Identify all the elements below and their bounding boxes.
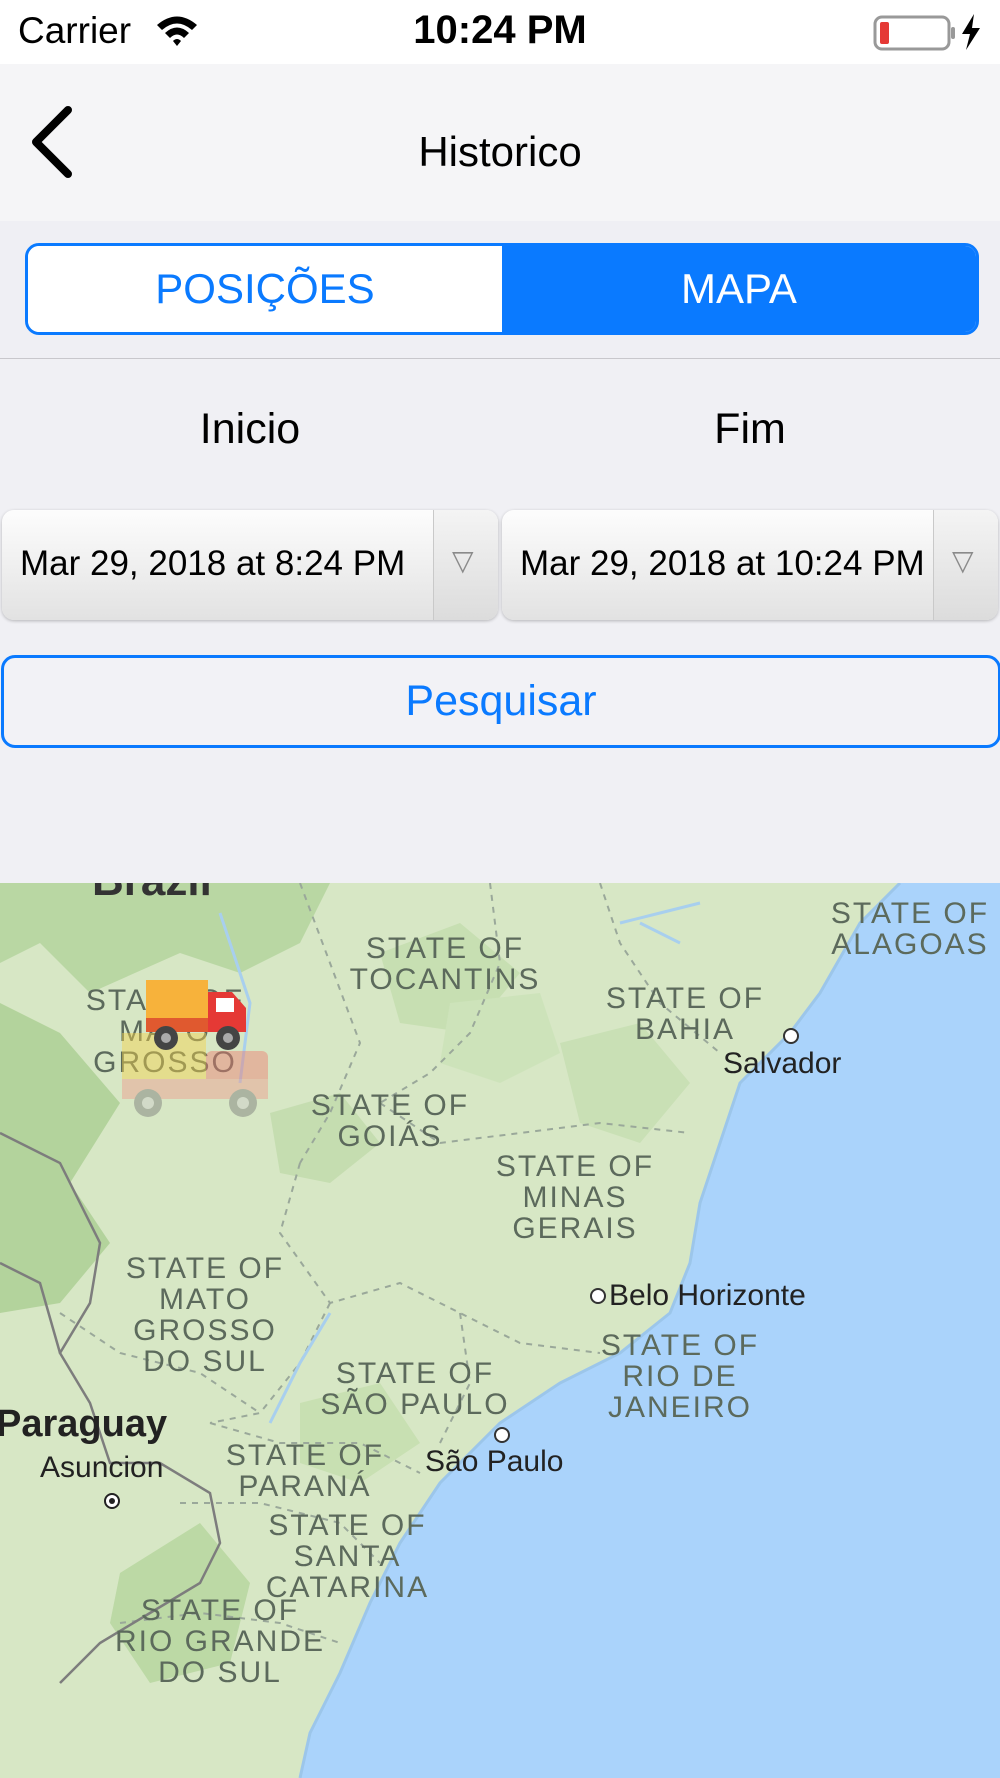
truck-marker[interactable] bbox=[142, 978, 252, 1058]
navigation-bar: Historico bbox=[0, 64, 1000, 221]
segmented-control: POSIÇÕES MAPA bbox=[25, 243, 979, 335]
page-title: Historico bbox=[418, 128, 582, 175]
city-label-sao-paulo: São Paulo bbox=[425, 1445, 564, 1478]
tab-positions[interactable]: POSIÇÕES bbox=[28, 246, 502, 332]
region-label-goias: STATE OF GOIÁS bbox=[310, 1089, 470, 1153]
search-button[interactable]: Pesquisar bbox=[1, 655, 1000, 748]
region-label-tocantins: STATE OF TOCANTINS bbox=[349, 932, 541, 996]
city-label-salvador: Salvador bbox=[723, 1047, 842, 1080]
segment-area: POSIÇÕES MAPA bbox=[0, 221, 1000, 359]
country-label-paraguay: Paraguay bbox=[0, 1403, 168, 1445]
status-bar: Carrier 10:24 PM bbox=[0, 0, 1000, 64]
clock: 10:24 PM bbox=[413, 8, 587, 52]
end-date-picker[interactable]: Mar 29, 2018 at 10:24 PM ▽ bbox=[502, 510, 998, 620]
city-marker-sao-paulo bbox=[494, 1427, 510, 1443]
chevron-down-icon: ▽ bbox=[952, 545, 974, 576]
region-label-santa-catarina: STATE OF SANTA CATARINA bbox=[265, 1509, 430, 1604]
region-label-rio-grande-do-sul: STATE OF RIO GRANDE DO SUL bbox=[114, 1594, 326, 1689]
start-label: Inicio bbox=[199, 405, 301, 453]
region-label-mato-grosso-do-sul: STATE OF MATO GROSSO DO SUL bbox=[125, 1252, 285, 1378]
region-label-sao-paulo: STATE OF SÃO PAULO bbox=[320, 1357, 510, 1421]
region-label-parana: STATE OF PARANÁ bbox=[225, 1439, 385, 1503]
charging-icon bbox=[960, 14, 982, 55]
city-marker-asuncion bbox=[104, 1493, 120, 1509]
end-label: Fim bbox=[714, 405, 786, 453]
battery-icon bbox=[873, 14, 957, 59]
map-view[interactable]: Brazil STATE OF TOCANTINS STATE OF ALAGO… bbox=[0, 883, 1000, 1778]
tab-map[interactable]: MAPA bbox=[502, 246, 976, 332]
region-label-minas-gerais: STATE OF MINAS GERAIS bbox=[495, 1150, 655, 1245]
city-marker-belo-horizonte bbox=[590, 1288, 606, 1304]
region-label-alagoas: STATE OF ALAGOAS bbox=[830, 897, 990, 961]
chevron-down-icon: ▽ bbox=[452, 545, 474, 576]
start-date-dropdown[interactable]: ▽ bbox=[433, 510, 498, 620]
region-label-rio-de-janeiro: STATE OF RIO DE JANEIRO bbox=[600, 1329, 760, 1424]
city-label-asuncion: Asuncion bbox=[40, 1451, 164, 1484]
country-label-brazil: Brazil bbox=[92, 883, 212, 905]
region-label-bahia: STATE OF BAHIA bbox=[605, 982, 765, 1046]
end-date-value: Mar 29, 2018 at 10:24 PM bbox=[520, 544, 925, 583]
start-date-value: Mar 29, 2018 at 8:24 PM bbox=[20, 544, 406, 583]
end-date-dropdown[interactable]: ▽ bbox=[933, 510, 998, 620]
city-marker-salvador bbox=[783, 1028, 799, 1044]
city-label-belo-horizonte: Belo Horizonte bbox=[609, 1279, 806, 1312]
start-date-picker[interactable]: Mar 29, 2018 at 8:24 PM ▽ bbox=[2, 510, 498, 620]
